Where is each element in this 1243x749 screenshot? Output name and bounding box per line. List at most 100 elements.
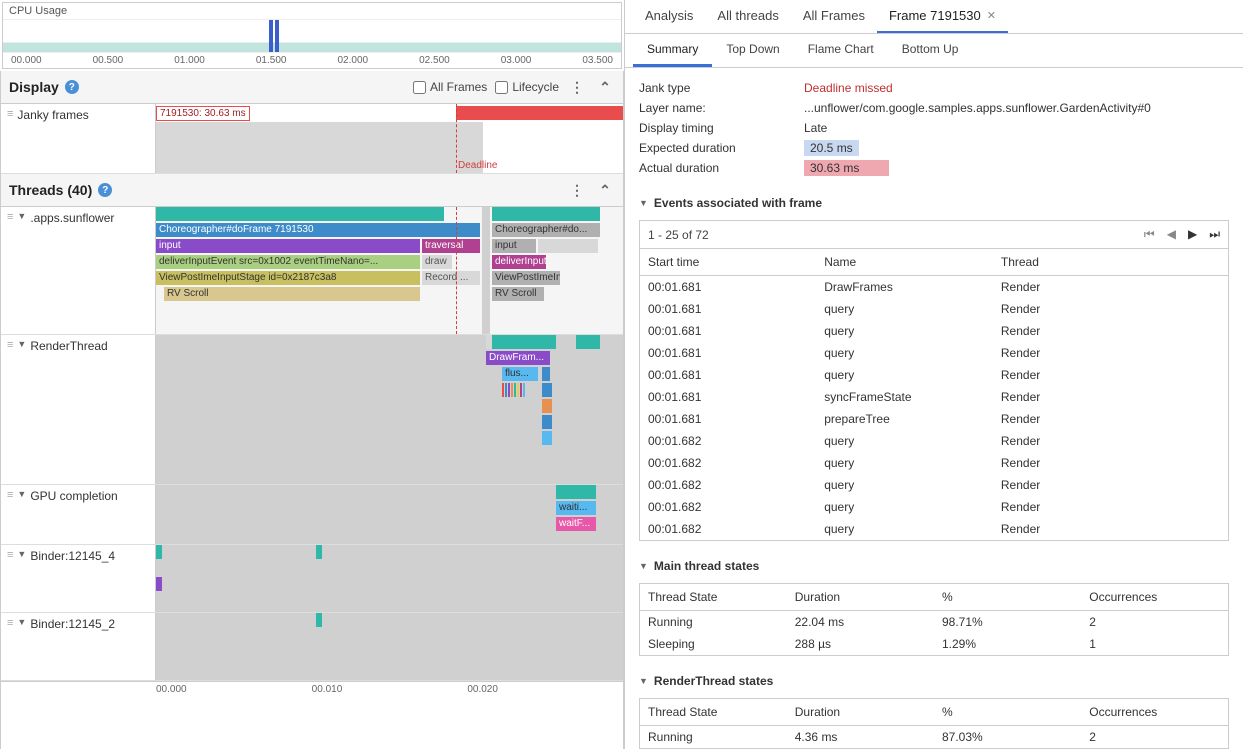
trace-bar[interactable]: [316, 613, 322, 627]
cpu-selection-end[interactable]: [275, 20, 279, 52]
janky-bar-red[interactable]: [456, 106, 623, 120]
trace-bar[interactable]: Choreographer#do...: [492, 223, 600, 237]
chevron-down-icon[interactable]: ▼: [17, 339, 26, 349]
col-occ[interactable]: Occurrences: [1081, 584, 1228, 611]
table-row[interactable]: 00:01.682queryRender: [640, 518, 1229, 541]
table-row[interactable]: 00:01.681queryRender: [640, 320, 1229, 342]
drag-icon[interactable]: ≡: [7, 108, 13, 120]
thread-track-render[interactable]: DrawFram... flus...: [156, 335, 623, 484]
col-pct[interactable]: %: [934, 584, 1081, 611]
trace-bar[interactable]: [156, 577, 162, 591]
janky-frame-bar[interactable]: 7191530: 30.63 ms: [156, 106, 250, 121]
trace-bar[interactable]: [538, 239, 598, 253]
trace-bar[interactable]: [156, 545, 162, 559]
col-occ[interactable]: Occurrences: [1081, 699, 1228, 726]
prev-page-icon[interactable]: ◀: [1167, 227, 1176, 242]
help-icon[interactable]: ?: [65, 80, 79, 94]
more-icon[interactable]: ⋮: [567, 77, 587, 97]
trace-bar[interactable]: traversal: [422, 239, 480, 253]
tab-frame[interactable]: Frame 7191530 ✕: [877, 0, 1008, 33]
janky-track[interactable]: 7191530: 30.63 ms Deadline: [156, 104, 623, 173]
next-page-icon[interactable]: ▶: [1188, 227, 1197, 242]
all-frames-input[interactable]: [413, 81, 426, 94]
trace-bar[interactable]: waiti...: [556, 501, 596, 515]
more-icon[interactable]: ⋮: [567, 180, 587, 200]
trace-bar[interactable]: [156, 207, 444, 221]
trace-bar[interactable]: RV Scroll: [492, 287, 544, 301]
table-row[interactable]: 00:01.682queryRender: [640, 452, 1229, 474]
trace-bar[interactable]: input: [156, 239, 420, 253]
tab-all-threads[interactable]: All threads: [705, 0, 790, 33]
col-name[interactable]: Name: [816, 249, 993, 276]
col-duration[interactable]: Duration: [787, 699, 934, 726]
trace-bar[interactable]: deliverInputEven...: [492, 255, 546, 269]
thread-track-binder4[interactable]: [156, 545, 623, 612]
trace-bar[interactable]: [542, 431, 552, 445]
trace-bar[interactable]: deliverInputEvent src=0x1002 eventTimeNa…: [156, 255, 420, 269]
trace-bar[interactable]: [492, 207, 600, 221]
thread-track-sunflower[interactable]: Choreographer#doFrame 7191530 Choreograp…: [156, 207, 623, 334]
drag-icon[interactable]: ≡: [7, 211, 13, 223]
table-row[interactable]: 00:01.682queryRender: [640, 474, 1229, 496]
lifecycle-checkbox[interactable]: Lifecycle: [495, 80, 559, 94]
subtab-topdown[interactable]: Top Down: [712, 34, 793, 67]
cpu-chart[interactable]: [3, 20, 621, 52]
last-page-icon[interactable]: ⏭: [1209, 227, 1220, 242]
trace-bar[interactable]: DrawFram...: [486, 351, 550, 365]
table-row[interactable]: Running4.36 ms87.03%2: [640, 726, 1229, 749]
chevron-down-icon[interactable]: ▼: [17, 211, 26, 221]
cpu-selection-start[interactable]: [269, 20, 273, 52]
drag-icon[interactable]: ≡: [7, 489, 13, 501]
drag-icon[interactable]: ≡: [7, 339, 13, 351]
drag-icon[interactable]: ≡: [7, 617, 13, 629]
table-row[interactable]: 00:01.682queryRender: [640, 496, 1229, 518]
col-state[interactable]: Thread State: [640, 699, 787, 726]
trace-bar[interactable]: ViewPostImeInputStage id=0x2187c3a8: [156, 271, 420, 285]
trace-bar[interactable]: [542, 399, 552, 413]
trace-bar[interactable]: flus...: [502, 367, 538, 381]
trace-bar[interactable]: Choreographer#doFrame 7191530: [156, 223, 480, 237]
chevron-down-icon[interactable]: ▼: [17, 617, 26, 627]
thread-track-gpu[interactable]: waiti... waitF...: [156, 485, 623, 544]
collapse-icon[interactable]: ⌃: [595, 77, 615, 97]
subtab-bottomup[interactable]: Bottom Up: [888, 34, 973, 67]
first-page-icon[interactable]: ⏮: [1144, 227, 1155, 242]
table-row[interactable]: 00:01.681queryRender: [640, 298, 1229, 320]
table-row[interactable]: 00:01.681queryRender: [640, 342, 1229, 364]
table-row[interactable]: 00:01.681prepareTreeRender: [640, 408, 1229, 430]
trace-bar[interactable]: [556, 485, 596, 499]
thread-track-binder2[interactable]: [156, 613, 623, 680]
trace-bar[interactable]: [486, 335, 556, 349]
subtab-flame[interactable]: Flame Chart: [794, 34, 888, 67]
chevron-down-icon[interactable]: ▼: [17, 549, 26, 559]
table-row[interactable]: 00:01.682queryRender: [640, 430, 1229, 452]
trace-bar[interactable]: [576, 335, 600, 349]
subtab-summary[interactable]: Summary: [633, 34, 712, 67]
col-pct[interactable]: %: [934, 699, 1081, 726]
trace-bar[interactable]: [542, 367, 550, 381]
tab-all-frames[interactable]: All Frames: [791, 0, 877, 33]
collapse-icon[interactable]: ⌃: [595, 180, 615, 200]
trace-bar[interactable]: ViewPostImeInp...: [492, 271, 560, 285]
table-row[interactable]: 00:01.681queryRender: [640, 364, 1229, 386]
trace-bar[interactable]: [542, 383, 552, 397]
trace-bar[interactable]: [316, 545, 322, 559]
trace-bar[interactable]: [542, 415, 552, 429]
trace-bar[interactable]: RV Scroll: [164, 287, 420, 301]
chevron-down-icon[interactable]: ▼: [639, 676, 648, 686]
trace-bar[interactable]: input: [492, 239, 536, 253]
table-row[interactable]: 00:01.681syncFrameStateRender: [640, 386, 1229, 408]
tab-analysis[interactable]: Analysis: [633, 0, 705, 33]
trace-bar[interactable]: Record ...: [422, 271, 480, 285]
chevron-down-icon[interactable]: ▼: [639, 561, 648, 571]
trace-mini[interactable]: [502, 383, 525, 397]
table-row[interactable]: 00:01.681DrawFramesRender: [640, 276, 1229, 299]
col-state[interactable]: Thread State: [640, 584, 787, 611]
chevron-down-icon[interactable]: ▼: [17, 489, 26, 499]
col-duration[interactable]: Duration: [787, 584, 934, 611]
col-thread[interactable]: Thread: [993, 249, 1229, 276]
chevron-down-icon[interactable]: ▼: [639, 198, 648, 208]
close-icon[interactable]: ✕: [987, 9, 996, 22]
table-row[interactable]: Sleeping288 µs1.29%1: [640, 633, 1229, 656]
lifecycle-input[interactable]: [495, 81, 508, 94]
